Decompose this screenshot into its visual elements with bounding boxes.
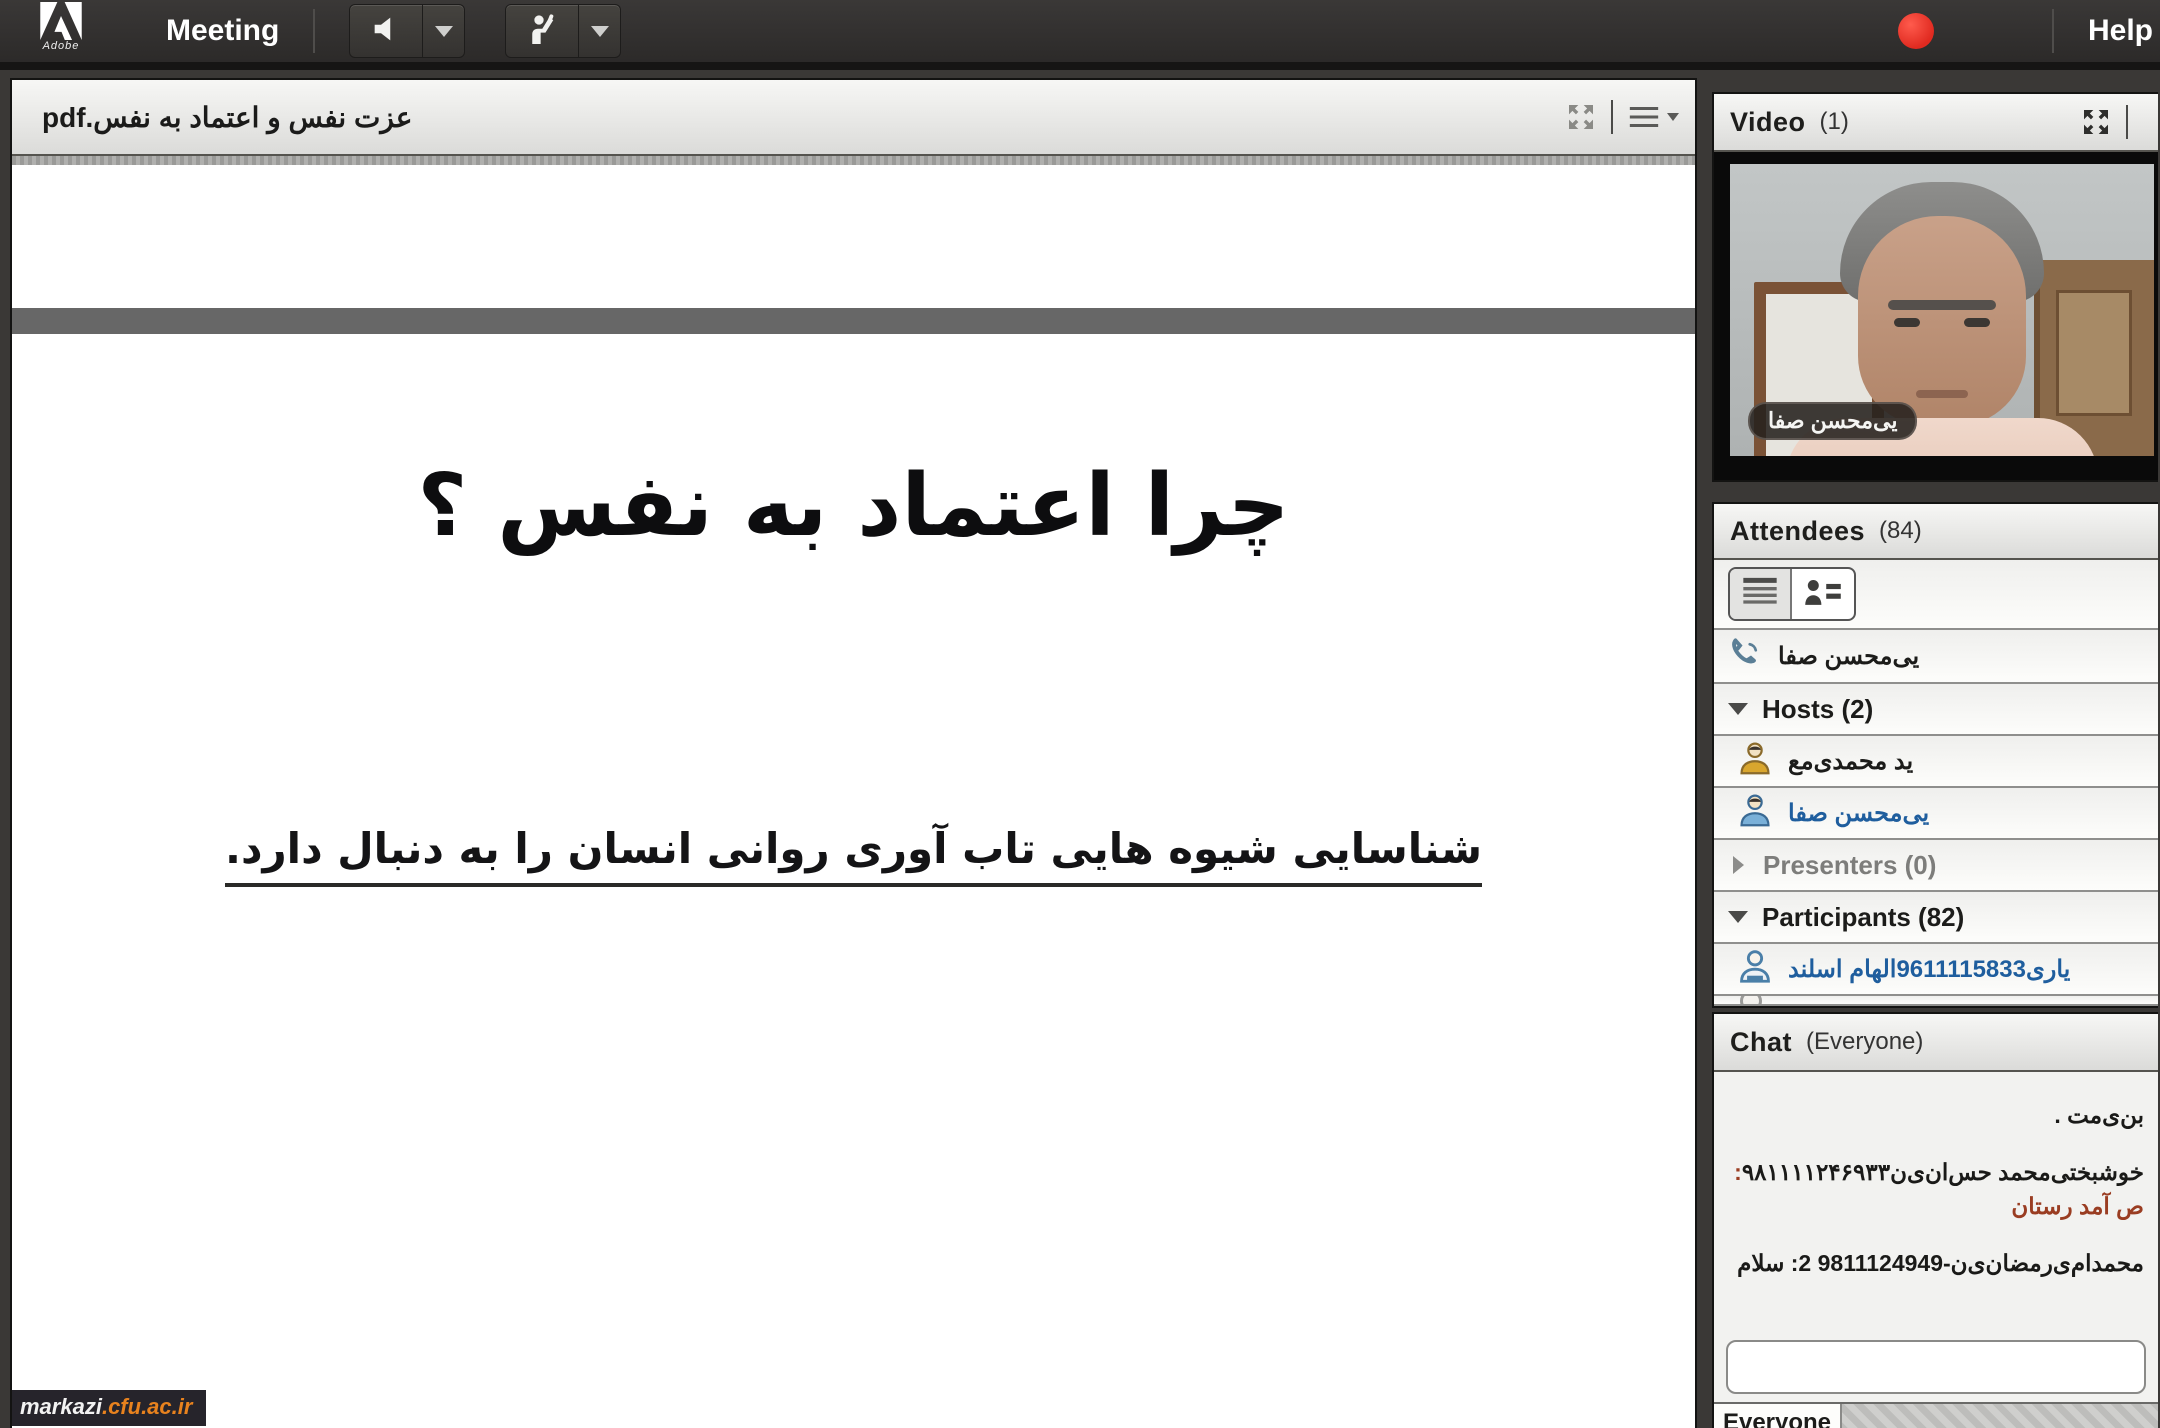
- chat-sender: خوشبختی‌محمد حس‌ان‌ی‌ن۹۸۱۱۱۱۲۴۶۹۳۳: [1742, 1159, 2144, 1185]
- card-view-icon: [1802, 575, 1844, 614]
- chat-tab-everyone[interactable]: Everyone: [1714, 1404, 1842, 1428]
- host-row[interactable]: یی‌محسن صفا: [1714, 788, 2158, 840]
- participant-row[interactable]: یاری‌9611115833الهام اسلند: [1714, 944, 2158, 996]
- raise-hand-button[interactable]: [505, 4, 579, 58]
- chat-scope: (Everyone): [1806, 1028, 1923, 1056]
- attendee-card-view-button[interactable]: [1792, 569, 1854, 619]
- collapse-triangle-icon: [1728, 911, 1748, 923]
- topbar-divider: [2052, 9, 2054, 53]
- host-row[interactable]: ید محمدی‌مع: [1714, 736, 2158, 788]
- header-divider: [2126, 105, 2128, 139]
- header-divider: [1611, 100, 1613, 134]
- phone-attendee-row[interactable]: یی‌محسن صفا: [1714, 630, 2158, 684]
- chat-tab-bar: Everyone: [1714, 1402, 2158, 1428]
- expand-triangle-icon: [1733, 856, 1744, 874]
- chat-message: بن‌ی‌مت .: [1724, 1098, 2144, 1133]
- video-count: (1): [1820, 108, 1849, 136]
- share-fullscreen-button[interactable]: [1565, 101, 1597, 133]
- recording-indicator: [1898, 13, 1934, 49]
- adobe-logo: Adobe: [28, 2, 94, 60]
- presenters-section-header[interactable]: Presenters (0): [1714, 840, 2158, 892]
- topbar-divider: [313, 9, 315, 53]
- slide-body-text: شناسایی شیوه هایی تاب آوری روانی انسان ر…: [225, 824, 1482, 887]
- watermark-domain: .cfu.ac.ir: [102, 1394, 192, 1419]
- chevron-down-icon: [435, 26, 453, 37]
- attendee-list-view-button[interactable]: [1730, 569, 1792, 619]
- host-icon: [1736, 792, 1774, 835]
- share-pod-menu-button[interactable]: [1627, 104, 1679, 130]
- attendees-pod-title: Attendees: [1730, 516, 1865, 547]
- video-pod-title: Video: [1730, 107, 1806, 138]
- host-name: ید محمدی‌مع: [1788, 747, 1913, 776]
- chat-tab-bar-filler: [1842, 1404, 2158, 1428]
- speaker-button[interactable]: [349, 4, 423, 58]
- watermark: markazi.cfu.ac.ir: [12, 1390, 206, 1426]
- video-fullscreen-button[interactable]: [2080, 106, 2112, 138]
- participants-section-header[interactable]: Participants (82): [1714, 892, 2158, 944]
- hosts-section-label: Hosts (2): [1762, 694, 1873, 725]
- chat-pod-title: Chat: [1730, 1027, 1792, 1058]
- presenters-section-label: Presenters (0): [1763, 850, 1936, 881]
- pdf-page-edge: [12, 156, 1695, 165]
- raise-hand-icon: [524, 11, 560, 52]
- chat-sender: محمدام‌ی‌رمضان‌ی‌ن-9811124949 2:: [1791, 1250, 2144, 1276]
- phone-attendee-name: یی‌محسن صفا: [1778, 642, 1919, 671]
- attendees-count: (84): [1879, 517, 1922, 545]
- chat-input[interactable]: [1726, 1340, 2146, 1394]
- list-view-icon: [1740, 575, 1780, 614]
- meeting-menu[interactable]: Meeting: [166, 14, 279, 48]
- participant-name: یاری‌9611115833الهام اسلند: [1788, 955, 2070, 984]
- chevron-down-icon: [1667, 113, 1679, 121]
- pdf-viewer[interactable]: چرا اعتماد به نفس ؟ شناسایی شیوه هایی تا…: [12, 156, 1695, 1428]
- phone-icon: [1728, 636, 1764, 677]
- chevron-down-icon: [591, 26, 609, 37]
- hosts-section-header[interactable]: Hosts (2): [1714, 684, 2158, 736]
- raise-hand-options-button[interactable]: [579, 4, 621, 58]
- participant-icon: [1736, 948, 1774, 991]
- help-menu[interactable]: Help: [2088, 14, 2160, 48]
- video-name-tag: یی‌محسن صفا: [1748, 402, 1917, 440]
- adobe-brand-word: Adobe: [43, 40, 80, 52]
- raise-hand-button-group: [505, 4, 621, 58]
- chat-message-list[interactable]: بن‌ی‌مت . خوشبختی‌محمد حس‌ان‌ی‌ن۹۸۱۱۱۱۲۴…: [1714, 1072, 2158, 1334]
- share-pod: عزت نفس و اعتماد به نفس.pdf چرا اعتماد ب…: [10, 78, 1697, 1428]
- speaker-button-group: [349, 4, 465, 58]
- webcam-frame: یی‌محسن صفا: [1730, 164, 2154, 456]
- participant-row-partial: [1714, 996, 2158, 1006]
- participants-section-label: Participants (82): [1762, 902, 1964, 933]
- share-pod-title: عزت نفس و اعتماد به نفس.pdf: [28, 101, 1565, 134]
- chat-message: خوشبختی‌محمد حس‌ان‌ی‌ن۹۸۱۱۱۱۲۴۶۹۳۳: ص آم…: [1724, 1155, 2144, 1224]
- attendees-pod: Attendees (84): [1712, 502, 2158, 1008]
- chat-pod: Chat (Everyone) بن‌ی‌مت . خوشبختی‌محمد ح…: [1712, 1012, 2158, 1428]
- speaker-options-button[interactable]: [423, 4, 465, 58]
- host-name: یی‌محسن صفا: [1788, 799, 1929, 828]
- video-pod: Video (1) یی‌محسن صفا: [1712, 92, 2158, 482]
- chat-message: محمدام‌ی‌رمضان‌ی‌ن-9811124949 2: سلام: [1724, 1246, 2144, 1281]
- watermark-host: markazi: [20, 1394, 102, 1419]
- host-icon: [1736, 740, 1774, 783]
- attendee-view-toggle-row: [1714, 560, 2158, 630]
- collapse-triangle-icon: [1728, 703, 1748, 715]
- webcam-video[interactable]: یی‌محسن صفا: [1714, 152, 2158, 480]
- top-menu-bar: Adobe Meeting Help: [0, 0, 2160, 70]
- slide-title: چرا اعتماد به نفس ؟: [12, 456, 1695, 556]
- pdf-page-gap: [12, 308, 1695, 334]
- speaker-icon: [369, 12, 403, 51]
- chat-text: سلام: [1737, 1250, 1784, 1276]
